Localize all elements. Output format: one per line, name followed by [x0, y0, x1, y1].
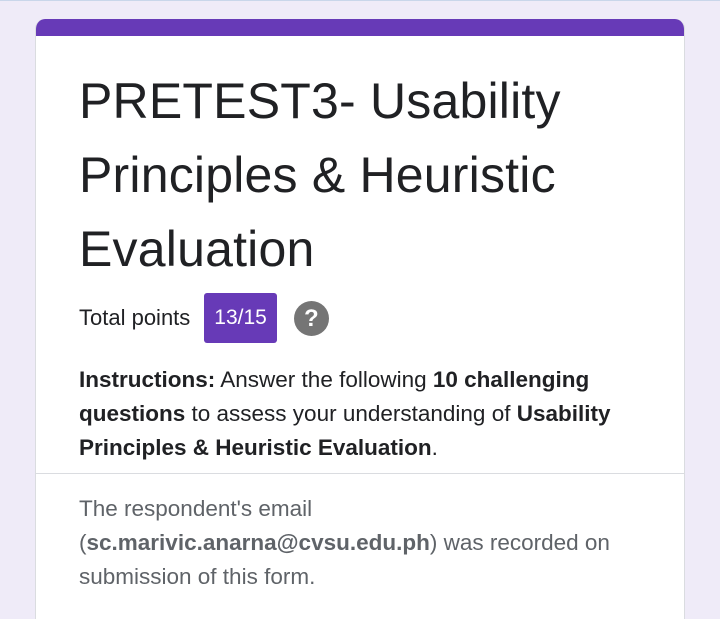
- instructions-part2: to assess your understanding of: [185, 401, 517, 426]
- section-divider: [36, 473, 684, 474]
- respondent-email-notice: The respondent's email (sc.marivic.anarn…: [79, 492, 659, 594]
- form-header-card: PRETEST3- Usability Principles & Heurist…: [35, 19, 685, 619]
- score-row: Total points 13/15 ?: [79, 293, 684, 343]
- card-accent-bar: [36, 19, 684, 36]
- form-title: PRETEST3- Usability Principles & Heurist…: [79, 73, 561, 277]
- respondent-email: sc.marivic.anarna@cvsu.edu.ph: [86, 530, 430, 555]
- instructions-text: Instructions: Answer the following 10 ch…: [79, 363, 639, 465]
- score-badge: 13/15: [204, 293, 277, 343]
- instructions-part3: .: [431, 435, 438, 460]
- instructions-lead: Instructions:: [79, 367, 216, 392]
- total-points-label: Total points: [79, 305, 191, 330]
- help-icon[interactable]: ?: [293, 300, 329, 336]
- card-body: PRETEST3- Usability Principles & Heurist…: [36, 36, 684, 465]
- instructions-part1: Answer the following: [215, 367, 433, 392]
